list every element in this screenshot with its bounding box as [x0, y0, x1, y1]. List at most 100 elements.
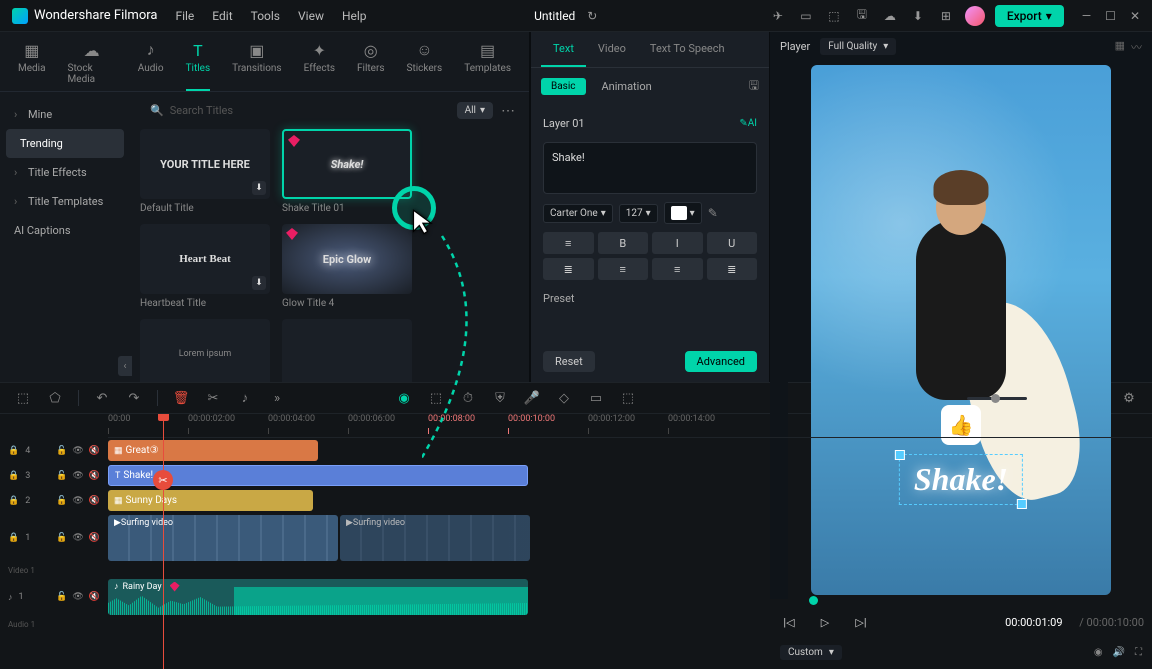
save-icon[interactable]: 🖫 — [853, 7, 871, 25]
ai-tool[interactable]: ◉ — [395, 389, 413, 407]
tab-transitions[interactable]: ▣Transitions — [232, 40, 281, 91]
redo-button[interactable]: ↷ — [125, 389, 143, 407]
cloud-icon[interactable]: ☁ — [881, 7, 899, 25]
timeline-ruler[interactable]: 00:00 00:00:02:00 00:00:04:00 00:00:06:0… — [108, 414, 1152, 438]
video-clip-1[interactable]: ▶ Surfing video — [108, 515, 338, 561]
font-select[interactable]: Carter One▾ — [543, 204, 613, 223]
quality-select[interactable]: Full Quality▾ — [820, 38, 896, 55]
title-thumb-lorem[interactable]: Lorem ipsum — [140, 319, 270, 382]
video-clip-2[interactable]: ▶ Surfing video — [340, 515, 530, 561]
align-button[interactable]: ≡ — [543, 232, 594, 254]
tab-templates[interactable]: ▤Templates — [464, 40, 511, 91]
title-thumb-glow[interactable]: Epic Glow — [282, 224, 412, 294]
maximize-button[interactable]: ☐ — [1105, 9, 1116, 23]
history-icon[interactable]: ↻ — [583, 7, 601, 25]
align-left-button[interactable]: ≡ — [598, 258, 649, 280]
tab-titles[interactable]: TTitles — [186, 40, 211, 91]
tab-effects[interactable]: ✦Effects — [304, 40, 335, 91]
marker-tool[interactable]: ▭ — [587, 389, 605, 407]
tab-stock-media[interactable]: ☁Stock Media — [68, 40, 116, 91]
title-card[interactable]: Heart Beat⬇ Heartbeat Title — [140, 224, 270, 309]
menu-view[interactable]: View — [298, 9, 324, 23]
track-label-2[interactable]: 🔒2🔓👁🔇 — [0, 488, 108, 513]
track-label-video[interactable]: 🔒1🔓👁🔇 — [0, 513, 108, 563]
delete-button[interactable]: 🗑 — [172, 389, 190, 407]
title-card[interactable]: Lorem ipsum — [140, 319, 270, 382]
inspector-tab-video[interactable]: Video — [586, 32, 638, 67]
title-thumb-empty[interactable] — [282, 319, 412, 382]
sidebar-item-trending[interactable]: Trending — [6, 129, 124, 158]
track-label-audio[interactable]: ♪1🔓👁🔇 — [0, 577, 108, 617]
track-4[interactable]: ▦Great③ — [108, 438, 1152, 463]
minimize-button[interactable]: — — [1082, 9, 1091, 23]
advanced-button[interactable]: Advanced — [685, 351, 757, 372]
subtab-animation[interactable]: Animation — [594, 77, 660, 96]
audio-track[interactable]: ♪Rainy Day — [108, 577, 1152, 617]
more-tools[interactable]: » — [268, 389, 286, 407]
align-top-button[interactable]: ≣ — [543, 258, 594, 280]
sidebar-item-ai-captions[interactable]: AI Captions — [0, 216, 130, 245]
export-button[interactable]: Export ▾ — [995, 5, 1064, 27]
menu-edit[interactable]: Edit — [212, 9, 232, 23]
menu-file[interactable]: File — [175, 9, 194, 23]
italic-button[interactable]: I — [652, 232, 703, 254]
title-card[interactable]: Shake! Shake Title 01 — [282, 129, 412, 214]
title-card[interactable]: Epic Glow Glow Title 4 — [282, 224, 412, 309]
apps-icon[interactable]: ⊞ — [937, 7, 955, 25]
download-icon[interactable]: ⬇ — [909, 7, 927, 25]
sidebar-item-mine[interactable]: ›Mine — [0, 100, 130, 129]
zoom-slider[interactable] — [967, 397, 1027, 400]
font-size-input[interactable]: 127▾ — [619, 204, 658, 223]
align-center-button[interactable]: ≡ — [652, 258, 703, 280]
collapse-sidebar-button[interactable]: ‹ — [118, 356, 132, 376]
title-thumb-heartbeat[interactable]: Heart Beat⬇ — [140, 224, 270, 294]
more-options[interactable]: ⋯ — [501, 103, 515, 119]
waveform-icon[interactable]: 〰 — [1131, 39, 1142, 55]
screen-icon[interactable]: ⬚ — [825, 7, 843, 25]
search-input[interactable]: 🔍Search Titles — [144, 100, 449, 121]
sidebar-item-title-effects[interactable]: ›Title Effects — [0, 158, 130, 187]
render-tool[interactable]: ⬚ — [619, 389, 637, 407]
ai-icon[interactable]: ✎AI — [739, 118, 757, 129]
speed-tool[interactable]: ⏱ — [459, 389, 477, 407]
video-track[interactable]: ▶ Surfing video ▶ Surfing video — [108, 513, 1152, 563]
text-input[interactable]: Shake! — [543, 142, 757, 194]
clip-great[interactable]: ▦Great③ — [108, 440, 318, 461]
track-2[interactable]: ▦Sunny Days — [108, 488, 1152, 513]
bold-button[interactable]: B — [598, 232, 649, 254]
track-label-4[interactable]: 🔒4🔓👁🔇 — [0, 438, 108, 463]
sidebar-item-title-templates[interactable]: ›Title Templates — [0, 187, 130, 216]
tab-filters[interactable]: ◎Filters — [357, 40, 385, 91]
clip-sunny[interactable]: ▦Sunny Days — [108, 490, 313, 511]
track-label-3[interactable]: 🔒3🔓👁🔇 — [0, 463, 108, 488]
filter-dropdown[interactable]: All▾ — [457, 102, 493, 119]
tab-media[interactable]: ▦Media — [18, 40, 46, 91]
reset-button[interactable]: Reset — [543, 351, 595, 372]
subtab-basic[interactable]: Basic — [541, 78, 586, 95]
title-thumb-shake[interactable]: Shake! — [282, 129, 412, 199]
keyframe-tool[interactable]: ◇ — [555, 389, 573, 407]
close-button[interactable]: ✕ — [1130, 9, 1140, 23]
mic-tool[interactable]: 🎤 — [523, 389, 541, 407]
title-thumb-default[interactable]: YOUR TITLE HERE⬇ — [140, 129, 270, 199]
shield-tool[interactable]: ⛨ — [491, 389, 509, 407]
menu-tools[interactable]: Tools — [251, 9, 280, 23]
download-icon[interactable]: ⬇ — [252, 181, 266, 195]
title-card[interactable]: YOUR TITLE HERE⬇ Default Title — [140, 129, 270, 214]
user-avatar[interactable] — [965, 6, 985, 26]
underline-button[interactable]: U — [707, 232, 758, 254]
title-card[interactable] — [282, 319, 412, 382]
align-right-button[interactable]: ≣ — [707, 258, 758, 280]
inspector-tab-tts[interactable]: Text To Speech — [638, 32, 737, 67]
crop-tool[interactable]: ⬚ — [427, 389, 445, 407]
color-picker[interactable]: ▾ — [664, 202, 702, 224]
split-marker[interactable]: ✂ — [153, 470, 173, 490]
eyedropper-icon[interactable]: ✎ — [708, 206, 718, 220]
select-tool[interactable]: ⬚ — [14, 389, 32, 407]
playhead[interactable] — [163, 414, 164, 669]
menu-help[interactable]: Help — [342, 9, 367, 23]
tab-audio[interactable]: ♪Audio — [138, 40, 164, 91]
music-button[interactable]: ♪ — [236, 389, 254, 407]
grid-icon[interactable]: ▦ — [1115, 39, 1125, 55]
undo-button[interactable]: ↶ — [93, 389, 111, 407]
